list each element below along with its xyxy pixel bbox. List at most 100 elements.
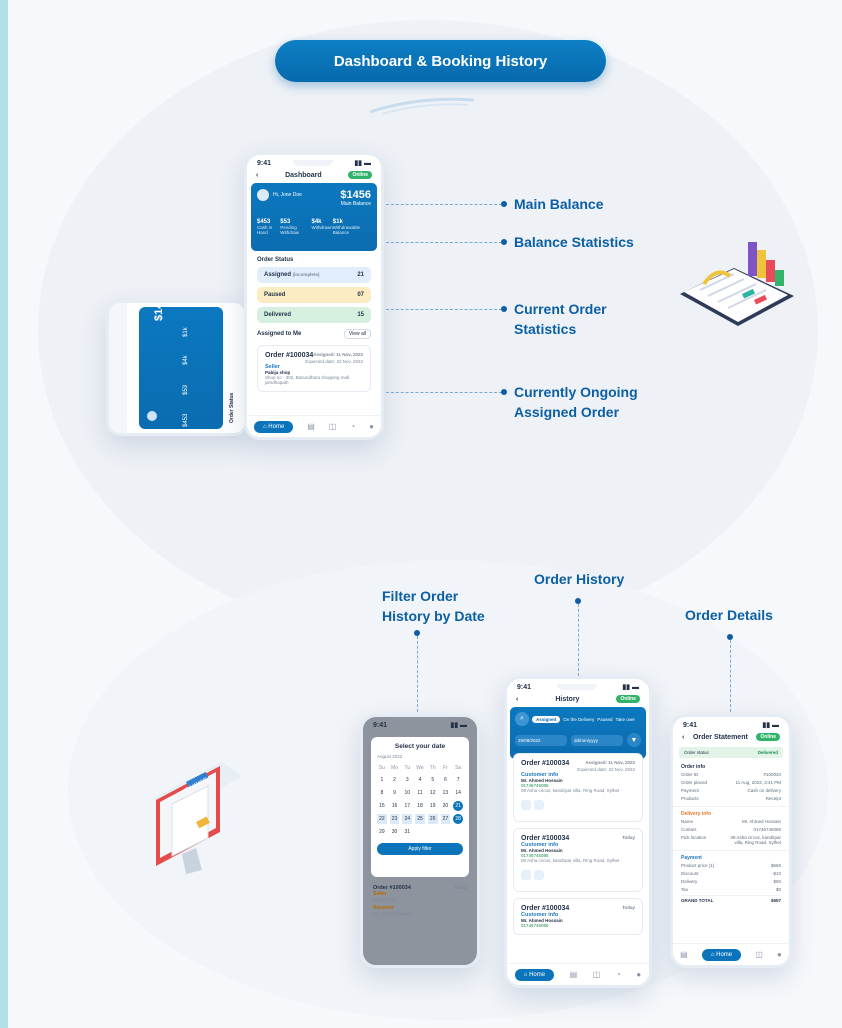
calendar-date[interactable]: 10 (402, 788, 412, 798)
history-icon[interactable]: ▤ (570, 970, 578, 979)
calendar-date[interactable]: 3 (402, 775, 412, 785)
message-icon[interactable] (534, 870, 544, 880)
landscape-balance: $1456 (153, 300, 165, 321)
calendar-date[interactable]: 28 (453, 814, 463, 824)
view-all-button[interactable]: View all (343, 329, 371, 339)
label-order-details: Order Details (685, 607, 773, 623)
calendar-date[interactable]: 26 (427, 814, 438, 824)
message-icon[interactable] (534, 800, 544, 810)
nav-home[interactable]: ⌂ Home (514, 968, 555, 981)
bottom-nav: ▤ ⌂ Home ◫ ● (673, 943, 789, 965)
landscape-stat: $53 (183, 384, 189, 395)
delivery-info-row: Pick location 08 Asha circus, kandirpar v… (681, 834, 781, 845)
status-assigned[interactable]: Assigned (incomplete) 21 (257, 267, 371, 283)
nav-home[interactable]: ⌂ Home (701, 948, 742, 961)
online-toggle[interactable]: Online (348, 171, 372, 179)
payment-row: Product price (1) $660 (681, 862, 781, 868)
label-order-history: Order History (534, 571, 625, 587)
calendar-date[interactable]: 1 (377, 775, 387, 785)
calendar-date[interactable]: 29 (377, 827, 387, 837)
page-title: Dashboard (285, 171, 322, 179)
calendar-date[interactable]: 8 (377, 788, 387, 798)
status-delivered[interactable]: Delivered 15 (257, 307, 371, 323)
calendar-date[interactable]: 5 (428, 775, 438, 785)
calendar-date[interactable]: 12 (428, 788, 438, 798)
calendar-date[interactable]: 27 (440, 814, 451, 824)
history-order-card[interactable]: Order #100034 Today Customer info Mr. Ahm… (513, 898, 643, 935)
calendar-date[interactable]: 2 (390, 775, 400, 785)
calendar-date[interactable]: 7 (453, 775, 463, 785)
seller-address: Shop no - 302, Basundhara shopping mall,… (265, 375, 351, 385)
search-icon[interactable]: ⌕ (515, 712, 529, 726)
callout-line (578, 604, 579, 676)
calendar-date[interactable]: 24 (402, 814, 413, 824)
assigned-order-card[interactable]: Order #100034 Assigned: 11 Nov, 2022 Expe… (257, 345, 371, 392)
calendar-date[interactable]: 20 (441, 801, 451, 811)
calendar-date[interactable]: 14 (453, 788, 463, 798)
call-icon[interactable] (521, 870, 531, 880)
history-order-card[interactable]: Order #100034 Today Customer info Mr. Ahm… (513, 828, 643, 892)
history-phone: 9:41 ▮▮ ▬ ‹ History Online ⌕ Assigned On … (504, 676, 652, 988)
tab-on-delivery[interactable]: On the Delivery (563, 717, 594, 722)
profile-icon[interactable]: ● (777, 950, 782, 959)
tab-take-over[interactable]: Take over (616, 717, 636, 722)
calendar-date[interactable]: 17 (402, 801, 412, 811)
calendar-date[interactable]: 16 (390, 801, 400, 811)
weekday-label: Su (378, 765, 385, 771)
notification-icon[interactable]: ◫ (329, 422, 337, 431)
online-toggle[interactable]: Online (756, 733, 780, 741)
alerts-icon[interactable]: ◔ (616, 970, 621, 979)
stat-pending: $53 Pending Withdraw (280, 219, 300, 235)
weekday-label: Sa (455, 765, 462, 771)
calendar-date[interactable]: 23 (389, 814, 400, 824)
date-from-field[interactable]: 29/08/2022 (515, 734, 567, 746)
history-icon[interactable]: ▤ (307, 422, 315, 431)
order-info-row: Order ID #100034 (681, 771, 781, 777)
profile-icon[interactable]: ● (369, 422, 374, 431)
weekday-label: Th (429, 765, 436, 771)
order-status-section: Order Status Assigned (incomplete) 21 Pau… (247, 251, 381, 404)
history-order-card[interactable]: Order #100034 Assigned: 11 Nov, 2022 Expe… (513, 753, 643, 822)
back-icon[interactable]: ‹ (682, 734, 684, 741)
label-main-balance: Main Balance (514, 196, 604, 212)
page-title: Dashboard & Booking History (275, 40, 606, 82)
calendar-date[interactable]: 22 (377, 814, 387, 824)
callout-dot (501, 306, 507, 312)
assigned-to-me-title: Assigned to Me (257, 331, 302, 337)
callout-line (417, 636, 418, 712)
alerts-icon[interactable]: ◔ (350, 422, 355, 431)
calendar-date[interactable]: 6 (441, 775, 451, 785)
order-info-section: Order info Order ID #100034 Order placed 11… (673, 760, 789, 806)
notification-icon[interactable]: ◫ (593, 970, 601, 979)
calendar-date[interactable]: 4 (415, 775, 425, 785)
calendar-date[interactable]: 18 (415, 801, 425, 811)
callout-line (730, 640, 731, 712)
notification-icon[interactable]: ◫ (755, 950, 763, 959)
calendar-date[interactable]: 30 (390, 827, 400, 837)
calendar-date[interactable]: 9 (390, 788, 400, 798)
calendar-date[interactable]: 31 (402, 827, 412, 837)
tab-paused[interactable]: Paused (597, 717, 612, 722)
calendar-date[interactable]: 15 (377, 801, 387, 811)
back-icon[interactable]: ‹ (256, 172, 258, 179)
profile-icon[interactable]: ● (636, 970, 641, 979)
calendar-date[interactable]: 11 (415, 788, 425, 798)
date-to-field[interactable]: dd/mm/yyyy (571, 734, 623, 746)
calendar-date[interactable]: 21 (453, 801, 463, 811)
calendar-date[interactable]: 19 (428, 801, 438, 811)
invoice-monitor-illustration: INVOICE (154, 762, 242, 874)
calendar-date[interactable]: 25 (415, 814, 425, 824)
nav-home[interactable]: ⌂ Home (253, 420, 294, 433)
apply-filter-button[interactable]: Apply filter (377, 843, 463, 855)
dashboard-phone-landscape: $1456 $453 $53 $4k $1k Order Status (106, 300, 248, 436)
stat-withdrawn: $4k Withdrawn (311, 219, 333, 230)
back-icon[interactable]: ‹ (516, 696, 518, 703)
status-paused[interactable]: Paused 07 (257, 287, 371, 303)
call-icon[interactable] (521, 800, 531, 810)
filter-icon[interactable]: ▼ (627, 733, 641, 747)
calendar-date[interactable]: 13 (441, 788, 451, 798)
history-icon[interactable]: ▤ (680, 950, 688, 959)
landscape-stat: $1k (183, 327, 189, 337)
tab-assigned[interactable]: Assigned (532, 715, 561, 723)
online-toggle[interactable]: Online (616, 695, 640, 703)
